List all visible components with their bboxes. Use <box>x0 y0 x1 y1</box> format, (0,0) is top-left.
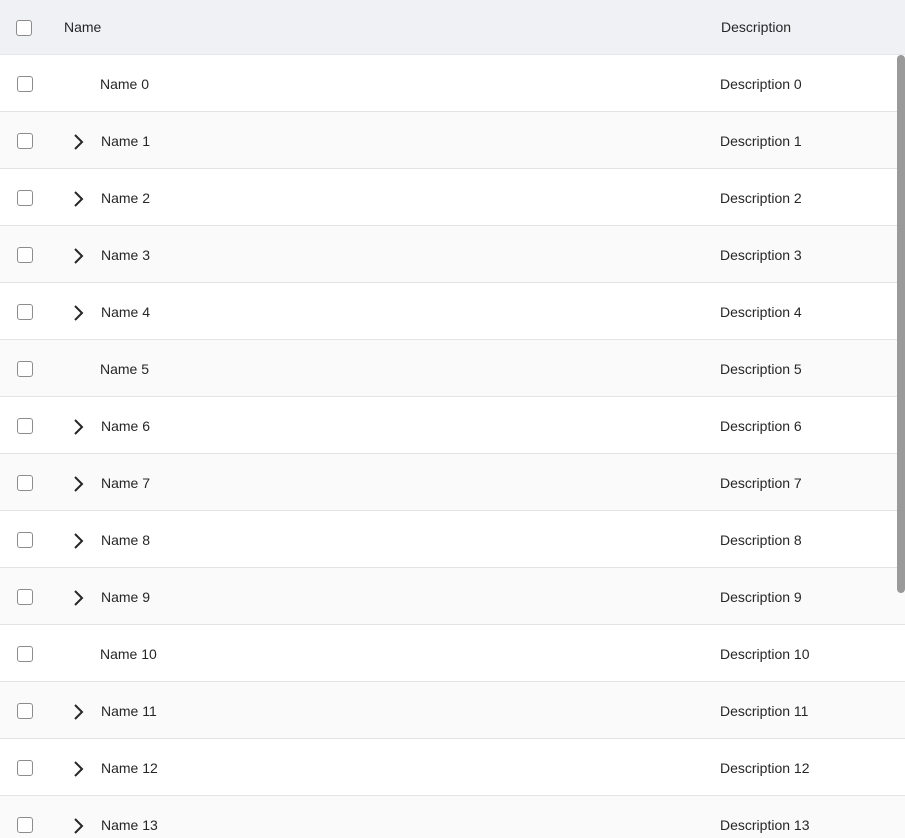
chevron-right-icon[interactable] <box>66 187 90 211</box>
row-checkbox[interactable] <box>17 418 33 434</box>
chevron-right-icon[interactable] <box>66 757 90 781</box>
table-row[interactable]: Name 4 Description 4 <box>0 283 905 340</box>
table-row[interactable]: Name 5 Description 5 <box>0 340 905 397</box>
row-description: Description 3 <box>720 247 802 263</box>
chevron-right-icon[interactable] <box>66 130 90 154</box>
row-name: Name 9 <box>101 589 151 605</box>
row-checkbox[interactable] <box>17 304 33 320</box>
row-checkbox[interactable] <box>17 703 33 719</box>
tree-grid: Name Description Name 0 Description 0 Na… <box>0 0 905 838</box>
row-description: Description 10 <box>720 646 810 662</box>
column-header-name[interactable]: Name <box>64 0 101 55</box>
row-checkbox[interactable] <box>17 361 33 377</box>
select-all-checkbox[interactable] <box>16 20 32 36</box>
chevron-right-icon[interactable] <box>66 586 90 610</box>
table-row[interactable]: Name 9 Description 9 <box>0 568 905 625</box>
row-checkbox[interactable] <box>17 760 33 776</box>
grid-header: Name Description <box>0 0 905 55</box>
row-description: Description 2 <box>720 190 802 206</box>
row-checkbox[interactable] <box>17 532 33 548</box>
table-row[interactable]: Name 7 Description 7 <box>0 454 905 511</box>
table-row[interactable]: Name 13 Description 13 <box>0 796 905 838</box>
row-checkbox[interactable] <box>17 475 33 491</box>
chevron-right-icon[interactable] <box>66 415 90 439</box>
row-description: Description 1 <box>720 133 802 149</box>
row-description: Description 12 <box>720 760 810 776</box>
row-description: Description 13 <box>720 817 810 833</box>
table-row[interactable]: Name 2 Description 2 <box>0 169 905 226</box>
row-description: Description 4 <box>720 304 802 320</box>
row-checkbox[interactable] <box>17 247 33 263</box>
row-checkbox[interactable] <box>17 76 33 92</box>
table-row[interactable]: Name 1 Description 1 <box>0 112 905 169</box>
chevron-right-icon[interactable] <box>66 529 90 553</box>
chevron-right-icon[interactable] <box>66 700 90 724</box>
row-name: Name 8 <box>101 532 151 548</box>
row-name: Name 4 <box>101 304 151 320</box>
row-description: Description 6 <box>720 418 802 434</box>
row-checkbox[interactable] <box>17 646 33 662</box>
row-name: Name 0 <box>100 76 150 92</box>
row-checkbox[interactable] <box>17 589 33 605</box>
row-name: Name 11 <box>101 703 157 719</box>
chevron-right-icon[interactable] <box>66 301 90 325</box>
row-checkbox[interactable] <box>17 190 33 206</box>
column-header-description[interactable]: Description <box>721 0 791 55</box>
row-name: Name 2 <box>101 190 151 206</box>
grid-body: Name 0 Description 0 Name 1 Description … <box>0 55 905 838</box>
row-description: Description 9 <box>720 589 802 605</box>
row-name: Name 10 <box>100 646 157 662</box>
row-description: Description 0 <box>720 76 802 92</box>
table-row[interactable]: Name 12 Description 12 <box>0 739 905 796</box>
table-row[interactable]: Name 0 Description 0 <box>0 55 905 112</box>
row-description: Description 11 <box>720 703 809 719</box>
table-row[interactable]: Name 3 Description 3 <box>0 226 905 283</box>
chevron-right-icon[interactable] <box>66 244 90 268</box>
row-checkbox[interactable] <box>17 817 33 833</box>
row-description: Description 5 <box>720 361 802 377</box>
table-row[interactable]: Name 6 Description 6 <box>0 397 905 454</box>
row-name: Name 12 <box>101 760 158 776</box>
table-row[interactable]: Name 8 Description 8 <box>0 511 905 568</box>
chevron-right-icon[interactable] <box>66 472 90 496</box>
row-checkbox[interactable] <box>17 133 33 149</box>
row-name: Name 3 <box>101 247 151 263</box>
row-name: Name 6 <box>101 418 151 434</box>
row-name: Name 5 <box>100 361 150 377</box>
vertical-scrollbar-thumb[interactable] <box>897 55 905 593</box>
row-name: Name 13 <box>101 817 158 833</box>
row-name: Name 1 <box>101 133 151 149</box>
table-row[interactable]: Name 10 Description 10 <box>0 625 905 682</box>
row-description: Description 8 <box>720 532 802 548</box>
table-row[interactable]: Name 11 Description 11 <box>0 682 905 739</box>
row-name: Name 7 <box>101 475 151 491</box>
chevron-right-icon[interactable] <box>66 814 90 838</box>
row-description: Description 7 <box>720 475 802 491</box>
